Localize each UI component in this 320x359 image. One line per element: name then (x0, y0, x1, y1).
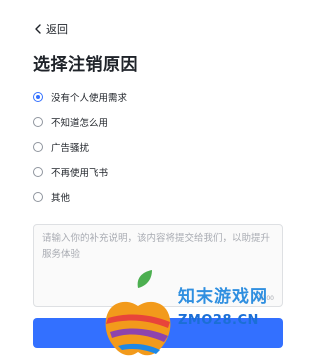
reason-label: 其他 (51, 192, 71, 204)
reason-option[interactable]: 没有个人使用需求 (33, 84, 273, 109)
radio-icon[interactable] (33, 141, 43, 152)
reason-option[interactable]: 不再使用飞书 (33, 159, 273, 184)
reason-label: 不再使用飞书 (51, 167, 109, 179)
reason-label: 没有个人使用需求 (51, 92, 128, 104)
radio-icon[interactable] (33, 166, 43, 177)
page-title: 选择注销原因 (33, 55, 138, 75)
reason-option[interactable]: 其他 (33, 184, 273, 209)
apple-logo-icon (105, 270, 171, 356)
chevron-left-icon (34, 24, 42, 34)
radio-icon[interactable] (33, 191, 43, 202)
supplement-placeholder: 请输入你的补充说明，该内容将提交给我们，以助提升服务体验 (42, 233, 271, 260)
reason-option[interactable]: 广告骚扰 (33, 134, 273, 159)
watermark-brand: 知末游戏网 (178, 287, 268, 307)
reason-option[interactable]: 不知道怎么用 (33, 109, 273, 134)
radio-selected-icon[interactable] (33, 91, 43, 102)
back-button[interactable]: 返回 (34, 20, 68, 38)
watermark-url: ZMO28.CN (178, 313, 259, 328)
back-label: 返回 (46, 23, 68, 36)
reason-label: 广告骚扰 (51, 142, 90, 154)
radio-icon[interactable] (33, 116, 43, 127)
reason-label: 不知道怎么用 (51, 117, 109, 129)
watermark: 知末游戏网 ZMO28.CN (98, 270, 298, 359)
reason-list: 没有个人使用需求 不知道怎么用 广告骚扰 不再使用飞书 其他 (33, 84, 273, 209)
